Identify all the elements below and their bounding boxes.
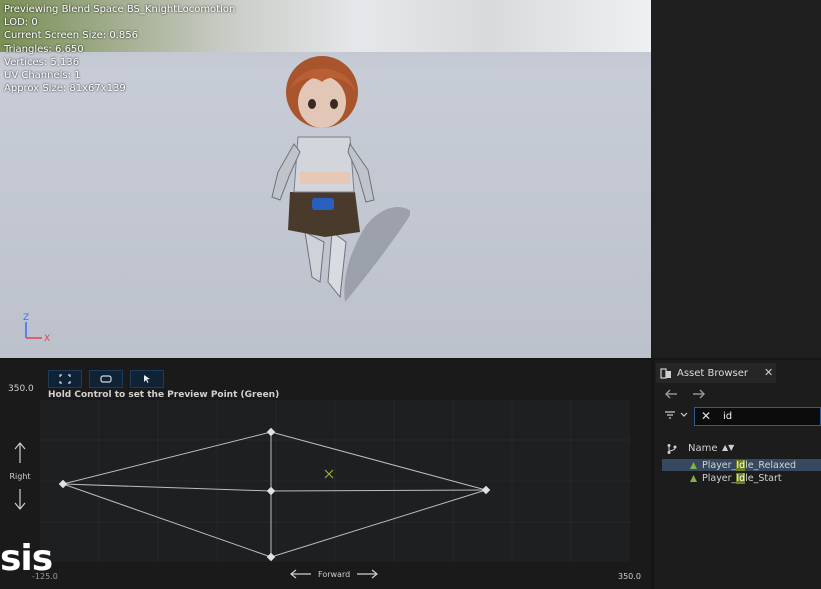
asset-browser-title: Asset Browser — [677, 367, 749, 379]
preview-hint: Hold Control to set the Preview Point (G… — [48, 390, 280, 400]
x-axis-max: 350.0 — [618, 572, 641, 581]
animation-sequence-icon — [688, 473, 698, 483]
arrow-back-icon — [665, 389, 677, 399]
asset-browser-tab[interactable]: Asset Browser ✕ — [656, 363, 776, 383]
info-lod: LOD: 0 — [4, 17, 38, 29]
arrow-right-icon — [357, 569, 379, 579]
info-approx-size: Approx Size: 81x67x139 — [4, 83, 126, 95]
info-preview-title: Previewing Blend Space BS_KnightLocomoti… — [4, 4, 236, 15]
asset-browser-panel: Asset Browser ✕ ✕ id Name ▲▼ Player_Idle… — [654, 360, 821, 589]
animation-sequence-icon — [688, 460, 698, 470]
back-button[interactable] — [662, 388, 680, 400]
viewport-info-overlay: Previewing Blend Space BS_KnightLocomoti… — [4, 3, 235, 95]
select-cursor-icon — [144, 375, 150, 383]
arrow-forward-icon — [693, 389, 705, 399]
forward-button[interactable] — [690, 388, 708, 400]
x-axis-caption: Forward — [290, 569, 379, 579]
gizmo-z-label: Z — [23, 313, 29, 323]
arrow-up-icon — [14, 442, 26, 463]
arrow-left-icon — [290, 569, 311, 579]
sort-arrow-icon[interactable]: ▲▼ — [722, 443, 734, 452]
search-input[interactable]: ✕ id — [694, 407, 821, 426]
asset-browser-icon — [660, 367, 671, 379]
asset-row[interactable]: Player_Idle_Relaxed — [662, 459, 821, 471]
fit-view-button[interactable] — [48, 370, 82, 388]
info-screen-size: Current Screen Size: 0.856 — [4, 30, 138, 42]
y-axis-label: Right — [9, 472, 31, 481]
details-panel-area — [651, 0, 821, 358]
history-nav — [662, 388, 708, 400]
info-uv-channels: UV Channels: 1 — [4, 70, 81, 82]
character-model — [271, 56, 410, 302]
blend-space-grid[interactable] — [40, 400, 630, 562]
video-watermark: sis — [0, 538, 53, 579]
chevron-down-icon — [680, 412, 688, 417]
y-axis-max: 350.0 — [8, 384, 34, 394]
x-axis-label: Forward — [318, 569, 351, 579]
clear-search-icon[interactable]: ✕ — [701, 409, 711, 423]
select-cursor-button[interactable] — [130, 370, 164, 388]
axis-gizmo-icon: Z X — [23, 313, 50, 344]
asset-row[interactable]: Player_Idle_Start — [662, 472, 821, 484]
name-column-header[interactable]: Name — [688, 443, 718, 454]
asset-name: Player_Idle_Relaxed — [702, 459, 797, 471]
source-control-icon — [667, 444, 677, 454]
blend-space-editor[interactable]: 350.0 Hold Control to set the Preview Po… — [0, 360, 651, 589]
arrow-down-icon — [14, 489, 26, 510]
preview-shape-button[interactable] — [89, 370, 123, 388]
preview-viewport[interactable]: Previewing Blend Space BS_KnightLocomoti… — [0, 0, 651, 358]
preview-shape-icon — [100, 375, 112, 383]
filter-dropdown[interactable] — [664, 410, 688, 420]
close-tab-icon[interactable]: ✕ — [764, 366, 773, 379]
column-header: Name ▲▼ — [654, 440, 821, 458]
info-vertices: Vertices: 5,136 — [4, 56, 80, 68]
filter-icon — [665, 411, 675, 419]
search-value: id — [723, 411, 733, 422]
blend-space-toolbar — [48, 370, 164, 388]
gizmo-x-label: X — [44, 334, 50, 344]
fit-view-icon — [59, 374, 71, 384]
asset-name: Player_Idle_Start — [702, 472, 782, 484]
info-triangles: Triangles: 6,650 — [4, 43, 84, 55]
